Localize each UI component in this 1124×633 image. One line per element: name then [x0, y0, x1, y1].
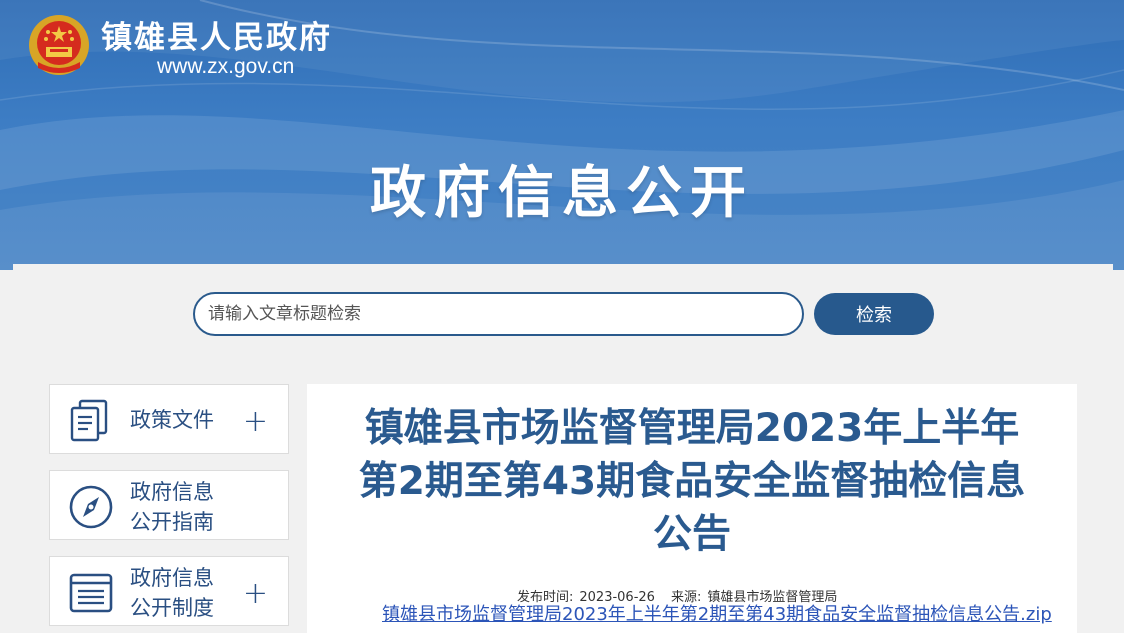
- site-url[interactable]: www.zx.gov.cn: [157, 55, 294, 79]
- sidebar-item-policy-documents[interactable]: 政策文件 +: [49, 384, 289, 454]
- article-content: 镇雄县市场监督管理局2023年上半年 第2期至第43期食品安全监督抽检信息 公告…: [307, 384, 1077, 633]
- sidebar-item-disclosure-guide[interactable]: 政府信息 公开指南: [49, 470, 289, 540]
- attachment-link[interactable]: 镇雄县市场监督管理局2023年上半年第2期至第43期食品安全监督抽检信息公告.z…: [382, 600, 1052, 626]
- sidebar-item-label-line1: 政府信息: [130, 480, 214, 504]
- sidebar-item-disclosure-system[interactable]: 政府信息 公开制度 +: [49, 556, 289, 626]
- document-icon: [70, 399, 108, 442]
- article-title-line3: 公告: [652, 512, 731, 557]
- section-title: 政府信息公开: [370, 161, 754, 226]
- main-panel: 检索 政策文件 + 政府信息 公开指南 政府信息 公开制: [13, 264, 1113, 633]
- search-input[interactable]: [193, 292, 804, 336]
- expand-plus-icon[interactable]: +: [243, 579, 268, 609]
- national-emblem-icon: [29, 15, 89, 75]
- article-title-line1: 镇雄县市场监督管理局2023年上半年: [364, 406, 1020, 451]
- compass-icon: [69, 485, 113, 529]
- site-name[interactable]: 镇雄县人民政府: [101, 12, 332, 57]
- header-banner: 镇雄县人民政府 www.zx.gov.cn 政府信息公开: [0, 0, 1124, 270]
- list-icon: [69, 573, 113, 613]
- sidebar-item-label: 政策文件: [130, 408, 214, 432]
- article-title: 镇雄县市场监督管理局2023年上半年 第2期至第43期食品安全监督抽检信息 公告: [327, 402, 1057, 561]
- sidebar-item-label-line2: 公开指南: [130, 510, 214, 534]
- expand-plus-icon[interactable]: +: [243, 407, 268, 437]
- article-title-line2: 第2期至第43期食品安全监督抽检信息: [358, 459, 1026, 504]
- sidebar-item-label-line1: 政府信息: [130, 566, 214, 590]
- sidebar-item-label-line2: 公开制度: [130, 596, 214, 620]
- search-button[interactable]: 检索: [814, 293, 934, 335]
